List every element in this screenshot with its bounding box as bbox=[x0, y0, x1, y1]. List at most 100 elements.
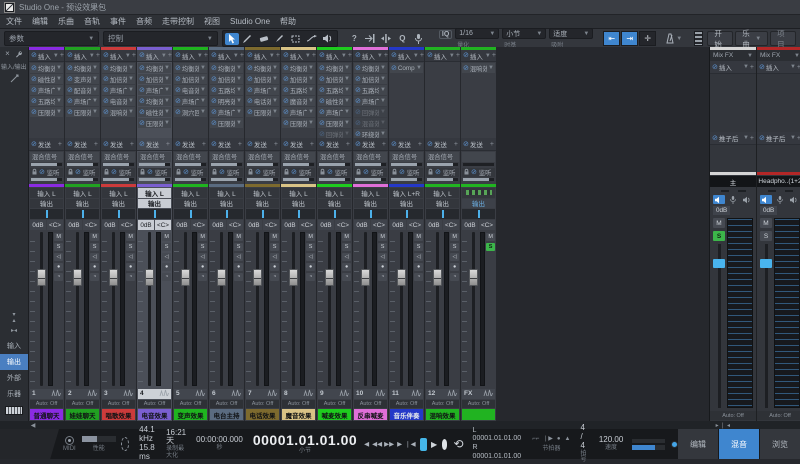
output-route[interactable]: 输出 bbox=[138, 199, 171, 209]
mute-button[interactable]: M bbox=[450, 233, 459, 241]
chevron-down-icon[interactable]: ▼ bbox=[128, 76, 134, 82]
mixfx-header[interactable]: Mix FX▼ bbox=[757, 50, 800, 61]
input-gain-knob[interactable]: ◔ bbox=[270, 273, 279, 281]
insert-slot[interactable]: ⊘压限效果▼ bbox=[210, 118, 243, 128]
listen-send[interactable]: ⊘监听 bbox=[210, 168, 243, 178]
power-icon[interactable]: ⊘ bbox=[139, 52, 145, 59]
output-route[interactable]: 输出 bbox=[246, 199, 279, 209]
power-icon[interactable]: ⊘ bbox=[319, 65, 325, 72]
chevron-down-icon[interactable]: ▼ bbox=[56, 65, 62, 71]
add-send-icon[interactable]: + bbox=[274, 141, 278, 148]
menu-item-编辑[interactable]: 编辑 bbox=[32, 16, 48, 27]
insert-slot[interactable]: ⊘电话效果▼ bbox=[246, 96, 279, 106]
automation-mode[interactable]: Auto: Off bbox=[66, 400, 99, 409]
fader-track[interactable] bbox=[396, 232, 407, 386]
timesig-readout[interactable]: 4 / 4 拍号 bbox=[580, 424, 588, 464]
channel-name-label[interactable]: 音乐伴奏 bbox=[390, 409, 423, 420]
chevron-down-icon[interactable]: ▼ bbox=[308, 98, 314, 104]
sends-header[interactable]: ⊘发送+ bbox=[245, 138, 280, 151]
sends-header[interactable]: ⊘发送+ bbox=[461, 138, 496, 151]
bars-readout[interactable]: 00001.01.01.00 小节 bbox=[253, 433, 357, 455]
input-gain-knob[interactable]: ◔ bbox=[414, 273, 423, 281]
input-route[interactable]: 输入 L bbox=[318, 188, 351, 198]
mute-button[interactable]: M bbox=[713, 218, 725, 228]
power-icon[interactable]: ⊘ bbox=[183, 169, 189, 176]
volume-value[interactable]: 0dB bbox=[138, 220, 154, 231]
insert-slot[interactable]: ⊘配音效果▼ bbox=[66, 85, 99, 95]
input-gain-knob[interactable]: ◔ bbox=[54, 273, 63, 281]
channel-name-label[interactable]: 喊麦效果 bbox=[318, 409, 351, 420]
menu-item-视图[interactable]: 视图 bbox=[204, 16, 220, 27]
listen-level-bar[interactable] bbox=[67, 178, 98, 181]
insert-slot[interactable]: ⊘压限效果▼ bbox=[138, 118, 171, 128]
chevron-down-icon[interactable]: ▼ bbox=[92, 98, 98, 104]
pan-value[interactable]: <C> bbox=[227, 220, 243, 231]
power-icon[interactable]: ⊘ bbox=[391, 141, 397, 148]
listen-send[interactable]: ⊘监听 bbox=[66, 168, 99, 178]
power-icon[interactable]: ⊘ bbox=[139, 65, 145, 72]
scroll-zoom-controls[interactable]: ▸ ❘ ◂ bbox=[716, 422, 730, 429]
solo-button[interactable]: S bbox=[234, 243, 243, 251]
send-slot[interactable]: 混合信号 bbox=[282, 152, 315, 162]
channel-number-row[interactable]: 12 bbox=[426, 389, 459, 399]
input-route[interactable]: 输入 L bbox=[138, 188, 171, 198]
power-icon[interactable]: ⊘ bbox=[319, 109, 325, 116]
eraser-tool-button[interactable] bbox=[257, 33, 271, 45]
insert-slot[interactable]: ⊘压限效果▼ bbox=[318, 118, 351, 128]
solo-button[interactable]: S bbox=[378, 243, 387, 251]
power-icon[interactable]: ⊘ bbox=[31, 141, 37, 148]
send-level-bar[interactable] bbox=[427, 163, 458, 166]
record-arm-button[interactable]: ● bbox=[342, 263, 351, 271]
power-icon[interactable]: ⊘ bbox=[67, 76, 73, 83]
insert-slot[interactable]: ⊘均衡效果▼ bbox=[318, 63, 351, 73]
add-send-icon[interactable]: + bbox=[382, 141, 386, 148]
power-icon[interactable]: ⊘ bbox=[175, 109, 181, 116]
solo-button[interactable]: S bbox=[414, 243, 423, 251]
listen-level-bar[interactable] bbox=[247, 178, 278, 181]
click-during-play-icon[interactable]: ❘▶ bbox=[543, 436, 553, 443]
sends-header[interactable]: ⊘发送+ bbox=[281, 138, 316, 151]
power-icon[interactable]: ⊘ bbox=[247, 52, 253, 59]
insert-slot[interactable]: ⊘均衡效果▼ bbox=[138, 63, 171, 73]
record-arm-button[interactable]: ● bbox=[414, 263, 423, 271]
monitor-button[interactable]: ◁ bbox=[450, 253, 459, 261]
record-arm-button[interactable]: ● bbox=[234, 263, 243, 271]
chevron-down-icon[interactable]: ▼ bbox=[308, 76, 314, 82]
fader-track[interactable] bbox=[216, 232, 227, 386]
power-icon[interactable]: ⊘ bbox=[355, 109, 361, 116]
pan-control[interactable] bbox=[390, 209, 423, 219]
automation-mode[interactable]: Auto: Off bbox=[174, 400, 207, 409]
chevron-down-icon[interactable]: ▼ bbox=[200, 76, 206, 82]
power-icon[interactable]: ⊘ bbox=[319, 76, 325, 83]
solo-button[interactable]: S bbox=[270, 243, 279, 251]
power-icon[interactable]: ⊘ bbox=[283, 52, 289, 59]
output-route[interactable]: 输出 bbox=[426, 199, 459, 209]
power-icon[interactable]: ⊘ bbox=[103, 52, 109, 59]
power-icon[interactable]: ⊘ bbox=[31, 76, 37, 83]
record-arm-button[interactable]: ● bbox=[378, 263, 387, 271]
chevron-down-icon[interactable]: ▼ bbox=[341, 53, 347, 59]
send-slot[interactable]: 混合信号 bbox=[138, 152, 171, 162]
record-arm-button[interactable]: ● bbox=[450, 263, 459, 271]
power-icon[interactable]: ⊘ bbox=[75, 169, 81, 176]
keyboard-icon[interactable] bbox=[5, 406, 23, 415]
control-dropdown[interactable]: 控制 ▼ bbox=[103, 31, 218, 46]
add-insert-icon[interactable]: + bbox=[312, 52, 316, 59]
insert-slot[interactable]: ⊘五路均衡▼ bbox=[318, 85, 351, 95]
send-level-bar[interactable] bbox=[247, 163, 278, 166]
sends-header[interactable]: ⊘发送+ bbox=[173, 138, 208, 151]
sends-header[interactable]: ⊘发送+ bbox=[29, 138, 64, 151]
automation-mode[interactable]: Auto: Off bbox=[138, 400, 171, 409]
insert-slot[interactable]: ⊘磁性效果▼ bbox=[318, 96, 351, 106]
power-icon[interactable]: ⊘ bbox=[139, 87, 145, 94]
power-icon[interactable]: ⊘ bbox=[175, 141, 181, 148]
chevron-down-icon[interactable]: ▼ bbox=[272, 98, 278, 104]
volume-value[interactable]: 0dB bbox=[66, 220, 82, 231]
insert-slot[interactable]: ⊘混响效果▼ bbox=[102, 107, 135, 117]
insert-slot[interactable]: ⊘五路均衡▼ bbox=[354, 85, 387, 95]
channel-number-row[interactable]: 4 bbox=[138, 389, 171, 399]
inserts-header[interactable]: ⊘插入▼+ bbox=[137, 50, 172, 63]
chevron-down-icon[interactable]: ▼ bbox=[236, 76, 242, 82]
pan-control[interactable] bbox=[282, 209, 315, 219]
volume-value[interactable]: 0dB bbox=[713, 206, 730, 215]
